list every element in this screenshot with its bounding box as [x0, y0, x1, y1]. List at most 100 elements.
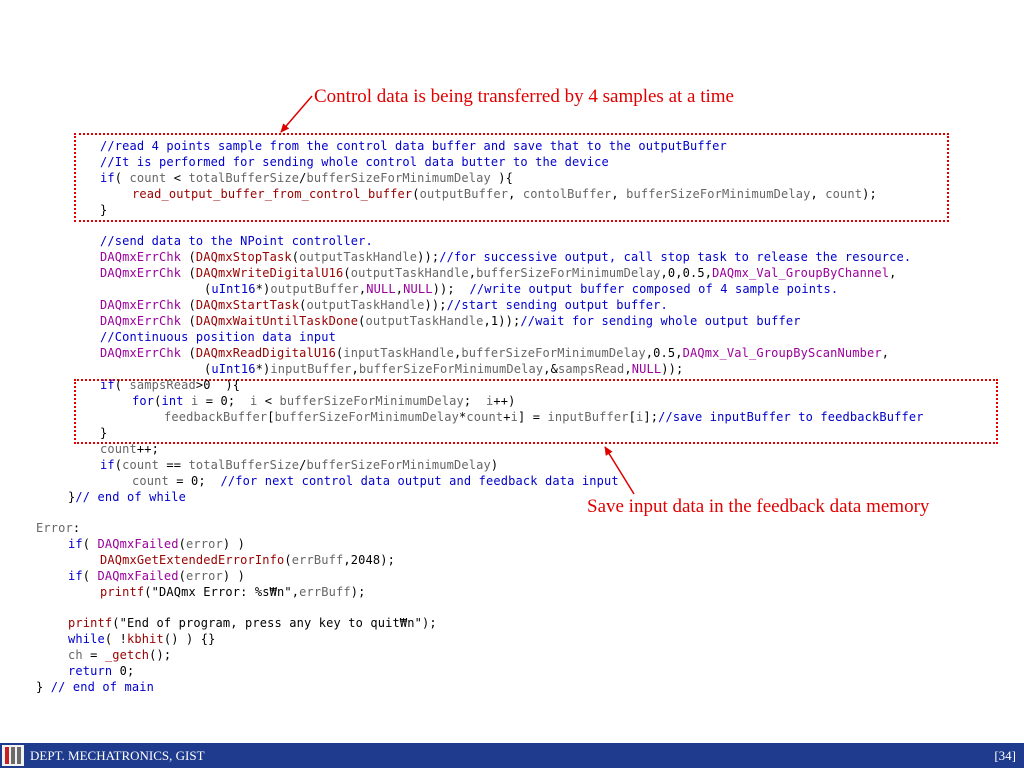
code-token: ++) [493, 394, 516, 408]
code-token: //It is performed for sending whole cont… [100, 155, 609, 169]
code-line: count++; [100, 442, 159, 458]
code-line: DAQmxGetExtendedErrorInfo(errBuff,2048); [100, 553, 395, 569]
code-token: ( [299, 298, 307, 312]
footer-bar: DEPT. MECHATRONICS, GIST [34] [0, 743, 1024, 768]
code-token: == [159, 458, 189, 472]
code-line: Error: [36, 521, 80, 537]
code-token: )); [417, 250, 440, 264]
code-token: inputTaskHandle [343, 346, 454, 360]
code-token: uInt16 [211, 362, 256, 376]
code-token: } [36, 680, 51, 694]
code-token: *) [255, 362, 271, 376]
code-token: )); [424, 298, 447, 312]
code-token: )); [661, 362, 684, 376]
code-token: ("End of program, press any key to quit₩… [112, 616, 437, 630]
code-token: kbhit [127, 632, 164, 646]
code-token: ( [82, 537, 98, 551]
code-token: for [132, 394, 155, 408]
code-line: } [100, 426, 107, 442]
code-token: ( [178, 537, 186, 551]
code-token: if [68, 537, 83, 551]
code-token: errBuff [299, 585, 351, 599]
code-line: (uInt16*)outputBuffer,NULL,NULL)); //wri… [204, 282, 838, 298]
page-number: [34] [994, 748, 1016, 763]
code-token: 0; [112, 664, 135, 678]
code-token: DAQmxFailed [97, 569, 179, 583]
code-token: ( [412, 187, 420, 201]
code-token: read_output_buffer_from_control_buffer [132, 187, 413, 201]
code-token: if [100, 171, 115, 185]
code-token: ( [181, 314, 196, 328]
code-line: read_output_buffer_from_control_buffer(o… [132, 187, 877, 203]
code-token: )); [432, 282, 470, 296]
code-token: bufferSizeForMinimumDelay [476, 266, 661, 280]
code-token: sampsRead [129, 378, 196, 392]
code-token: ,0.5, [645, 346, 683, 360]
code-token: inputBuffer [270, 362, 352, 376]
logo-icon [2, 745, 24, 766]
code-token: DAQmx_Val_GroupByScanNumber [682, 346, 882, 360]
code-token: ] = [518, 410, 548, 424]
code-token: DAQmxErrChk [100, 314, 182, 328]
code-token: //read 4 points sample from the control … [100, 139, 727, 153]
code-token: , [351, 362, 359, 376]
code-token: () ) {} [163, 632, 216, 646]
code-token: totalBufferSize [188, 458, 300, 472]
code-token: DAQmxWriteDigitalU16 [195, 266, 344, 280]
code-token: NULL [631, 362, 662, 376]
code-token: count [132, 474, 169, 488]
code-line: } // end of main [36, 680, 154, 696]
code-token: DAQmxErrChk [100, 346, 182, 360]
code-token: //start sending output buffer. [446, 298, 668, 312]
code-token: bufferSizeForMinimumDelay [306, 458, 491, 472]
code-token: ,0,0.5, [660, 266, 713, 280]
code-token: _getch [104, 648, 150, 662]
code-token: , [611, 187, 627, 201]
code-line: printf("End of program, press any key to… [68, 616, 437, 632]
code-token: ]; [643, 410, 659, 424]
code-token: DAQmx_Val_GroupByChannel [712, 266, 890, 280]
code-token: } [100, 426, 108, 440]
code-line: DAQmxErrChk (DAQmxWriteDigitalU16(output… [100, 266, 897, 282]
arrow-top [280, 95, 313, 133]
code-line: ch = _getch(); [68, 648, 171, 664]
footer-department: DEPT. MECHATRONICS, GIST [30, 748, 205, 763]
annotation-control-data: Control data is being transferred by 4 s… [314, 86, 734, 107]
code-token: // end of main [50, 680, 154, 694]
code-token: : [72, 521, 81, 535]
code-token: ( [181, 298, 196, 312]
code-line: for(int i = 0; i < bufferSizeForMinimumD… [132, 394, 516, 410]
code-token: ( [181, 250, 196, 264]
code-line: if( DAQmxFailed(error) ) [68, 537, 245, 553]
code-token: ch [68, 648, 83, 662]
code-token: DAQmxReadDigitalU16 [195, 346, 336, 360]
code-token: if [100, 378, 115, 392]
code-token: DAQmxWaitUntilTaskDone [195, 314, 359, 328]
code-line: } [100, 203, 107, 219]
code-token: , [889, 266, 897, 280]
code-token: //wait for sending whole output buffer [520, 314, 801, 328]
code-token: sampsRead [558, 362, 625, 376]
code-token: //Continuous position data input [100, 330, 336, 344]
code-token: errBuff [291, 553, 344, 567]
code-token: if [100, 458, 115, 472]
code-token: / [299, 171, 307, 185]
code-token: ,2048); [343, 553, 395, 567]
code-token: count [122, 458, 159, 472]
code-token: ( [284, 553, 292, 567]
code-token: , [881, 346, 890, 360]
code-line: (uInt16*)inputBuffer,bufferSizeForMinimu… [204, 362, 683, 378]
code-line: if( count < totalBufferSize/bufferSizeFo… [100, 171, 513, 187]
code-token: ) ) [222, 537, 245, 551]
code-token: // end of while [75, 490, 186, 504]
code-token: count [100, 442, 137, 456]
code-token: error [186, 537, 223, 551]
code-token: ; [463, 394, 486, 408]
code-token: Error [36, 521, 73, 535]
code-token: NULL [403, 282, 433, 296]
code-token: printf [100, 585, 145, 599]
code-token: uInt16 [211, 282, 256, 296]
code-token: = 0; [198, 394, 250, 408]
code-token: ( [178, 569, 186, 583]
